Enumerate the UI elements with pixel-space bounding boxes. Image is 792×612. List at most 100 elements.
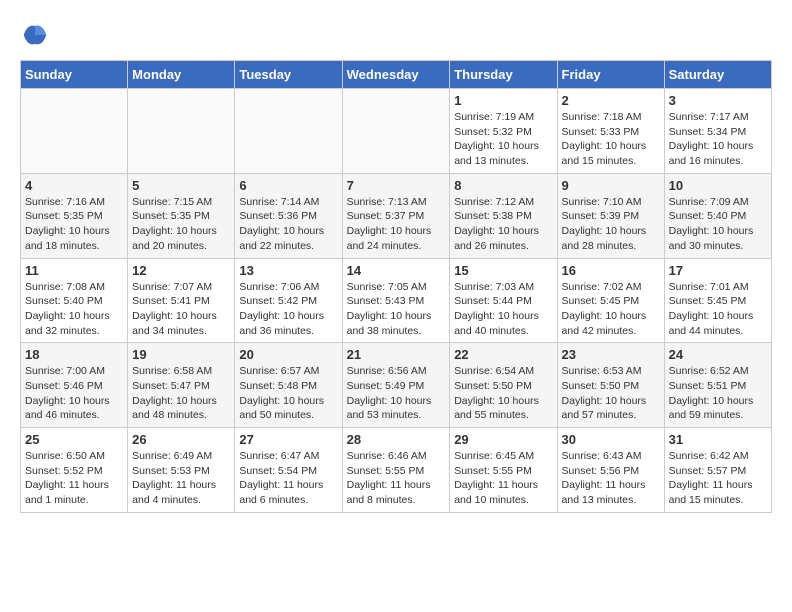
calendar-header-tuesday: Tuesday [235,61,342,89]
calendar-cell: 30 Sunrise: 6:43 AM Sunset: 5:56 PM Dayli… [557,428,664,513]
calendar-cell: 3Sunrise: 7:17 AM Sunset: 5:34 PM Daylig… [664,89,771,174]
calendar-cell: 25Sunrise: 6:50 AM Sunset: 5:52 PM Dayli… [21,428,128,513]
day-info: Sunrise: 7:17 AM Sunset: 5:34 PM Dayligh… [669,110,767,169]
day-number: 18 [25,347,123,362]
day-info: Sunrise: 6:45 AM Sunset: 5:55 PM Dayligh… [454,449,552,508]
calendar-cell: 23 Sunrise: 6:53 AM Sunset: 5:50 PM Dayli… [557,343,664,428]
day-info: Sunrise: 6:46 AM Sunset: 5:55 PM Dayligh… [347,449,446,508]
day-info: Sunrise: 6:57 AM Sunset: 5:48 PM Dayligh… [239,364,337,423]
day-number: 12 [132,263,230,278]
logo-icon [20,20,50,50]
day-number: 21 [347,347,446,362]
calendar-header-saturday: Saturday [664,61,771,89]
calendar-header-thursday: Thursday [450,61,557,89]
calendar-cell: 17 Sunrise: 7:01 AM Sunset: 5:45 PM Dayli… [664,258,771,343]
calendar-week-row: 25Sunrise: 6:50 AM Sunset: 5:52 PM Dayli… [21,428,772,513]
day-info: Sunrise: 7:14 AM Sunset: 5:36 PM Dayligh… [239,195,337,254]
calendar-header-monday: Monday [128,61,235,89]
day-info: Sunrise: 6:54 AM Sunset: 5:50 PM Dayligh… [454,364,552,423]
calendar-cell: 19 Sunrise: 6:58 AM Sunset: 5:47 PM Dayli… [128,343,235,428]
day-number: 29 [454,432,552,447]
day-number: 14 [347,263,446,278]
day-number: 24 [669,347,767,362]
day-number: 15 [454,263,552,278]
day-info: Sunrise: 7:12 AM Sunset: 5:38 PM Dayligh… [454,195,552,254]
day-number: 31 [669,432,767,447]
day-number: 4 [25,178,123,193]
day-info: Sunrise: 7:18 AM Sunset: 5:33 PM Dayligh… [562,110,660,169]
calendar-cell: 22 Sunrise: 6:54 AM Sunset: 5:50 PM Dayli… [450,343,557,428]
day-number: 19 [132,347,230,362]
day-number: 8 [454,178,552,193]
day-number: 13 [239,263,337,278]
day-number: 17 [669,263,767,278]
header [20,20,772,50]
calendar-cell: 18 Sunrise: 7:00 AM Sunset: 5:46 PM Dayli… [21,343,128,428]
day-info: Sunrise: 6:47 AM Sunset: 5:54 PM Dayligh… [239,449,337,508]
day-info: Sunrise: 6:53 AM Sunset: 5:50 PM Dayligh… [562,364,660,423]
calendar-cell [21,89,128,174]
calendar-cell [342,89,450,174]
calendar-cell: 24 Sunrise: 6:52 AM Sunset: 5:51 PM Dayli… [664,343,771,428]
calendar-week-row: 18 Sunrise: 7:00 AM Sunset: 5:46 PM Dayli… [21,343,772,428]
day-info: Sunrise: 7:03 AM Sunset: 5:44 PM Dayligh… [454,280,552,339]
day-info: Sunrise: 6:43 AM Sunset: 5:56 PM Dayligh… [562,449,660,508]
calendar-cell: 6 Sunrise: 7:14 AM Sunset: 5:36 PM Daylig… [235,173,342,258]
day-info: Sunrise: 7:01 AM Sunset: 5:45 PM Dayligh… [669,280,767,339]
day-number: 2 [562,93,660,108]
calendar-header-wednesday: Wednesday [342,61,450,89]
calendar-cell: 7 Sunrise: 7:13 AM Sunset: 5:37 PM Daylig… [342,173,450,258]
day-info: Sunrise: 7:19 AM Sunset: 5:32 PM Dayligh… [454,110,552,169]
day-number: 10 [669,178,767,193]
calendar-cell [235,89,342,174]
day-number: 9 [562,178,660,193]
day-number: 27 [239,432,337,447]
calendar-cell: 4 Sunrise: 7:16 AM Sunset: 5:35 PM Daylig… [21,173,128,258]
day-number: 28 [347,432,446,447]
calendar-cell: 1 Sunrise: 7:19 AM Sunset: 5:32 PM Daylig… [450,89,557,174]
calendar-cell: 10 Sunrise: 7:09 AM Sunset: 5:40 PM Dayli… [664,173,771,258]
day-info: Sunrise: 7:06 AM Sunset: 5:42 PM Dayligh… [239,280,337,339]
calendar-cell: 5 Sunrise: 7:15 AM Sunset: 5:35 PM Daylig… [128,173,235,258]
calendar-cell: 9 Sunrise: 7:10 AM Sunset: 5:39 PM Daylig… [557,173,664,258]
calendar-week-row: 4 Sunrise: 7:16 AM Sunset: 5:35 PM Daylig… [21,173,772,258]
day-info: Sunrise: 7:15 AM Sunset: 5:35 PM Dayligh… [132,195,230,254]
day-info: Sunrise: 6:52 AM Sunset: 5:51 PM Dayligh… [669,364,767,423]
calendar-cell: 28 Sunrise: 6:46 AM Sunset: 5:55 PM Dayli… [342,428,450,513]
calendar-cell: 21 Sunrise: 6:56 AM Sunset: 5:49 PM Dayli… [342,343,450,428]
day-info: Sunrise: 7:10 AM Sunset: 5:39 PM Dayligh… [562,195,660,254]
day-info: Sunrise: 7:00 AM Sunset: 5:46 PM Dayligh… [25,364,123,423]
day-info: Sunrise: 6:42 AM Sunset: 5:57 PM Dayligh… [669,449,767,508]
day-info: Sunrise: 7:16 AM Sunset: 5:35 PM Dayligh… [25,195,123,254]
day-info: Sunrise: 7:13 AM Sunset: 5:37 PM Dayligh… [347,195,446,254]
day-number: 5 [132,178,230,193]
day-number: 20 [239,347,337,362]
calendar-header-row: SundayMondayTuesdayWednesdayThursdayFrid… [21,61,772,89]
calendar-cell: 2 Sunrise: 7:18 AM Sunset: 5:33 PM Daylig… [557,89,664,174]
calendar-week-row: 1 Sunrise: 7:19 AM Sunset: 5:32 PM Daylig… [21,89,772,174]
day-info: Sunrise: 6:49 AM Sunset: 5:53 PM Dayligh… [132,449,230,508]
day-info: Sunrise: 6:58 AM Sunset: 5:47 PM Dayligh… [132,364,230,423]
calendar-cell: 20 Sunrise: 6:57 AM Sunset: 5:48 PM Dayli… [235,343,342,428]
day-number: 16 [562,263,660,278]
calendar-cell: 14Sunrise: 7:05 AM Sunset: 5:43 PM Dayli… [342,258,450,343]
day-number: 23 [562,347,660,362]
day-info: Sunrise: 7:09 AM Sunset: 5:40 PM Dayligh… [669,195,767,254]
day-info: Sunrise: 6:56 AM Sunset: 5:49 PM Dayligh… [347,364,446,423]
day-info: Sunrise: 7:07 AM Sunset: 5:41 PM Dayligh… [132,280,230,339]
day-number: 26 [132,432,230,447]
calendar-header-sunday: Sunday [21,61,128,89]
day-info: Sunrise: 7:08 AM Sunset: 5:40 PM Dayligh… [25,280,123,339]
calendar-header-friday: Friday [557,61,664,89]
calendar-cell: 8 Sunrise: 7:12 AM Sunset: 5:38 PM Daylig… [450,173,557,258]
calendar-cell: 29 Sunrise: 6:45 AM Sunset: 5:55 PM Dayli… [450,428,557,513]
day-number: 6 [239,178,337,193]
day-number: 30 [562,432,660,447]
calendar-cell: 27 Sunrise: 6:47 AM Sunset: 5:54 PM Dayli… [235,428,342,513]
calendar-cell: 13 Sunrise: 7:06 AM Sunset: 5:42 PM Dayli… [235,258,342,343]
calendar-cell: 15 Sunrise: 7:03 AM Sunset: 5:44 PM Dayli… [450,258,557,343]
day-number: 7 [347,178,446,193]
day-number: 22 [454,347,552,362]
day-number: 1 [454,93,552,108]
calendar-cell: 26 Sunrise: 6:49 AM Sunset: 5:53 PM Dayli… [128,428,235,513]
